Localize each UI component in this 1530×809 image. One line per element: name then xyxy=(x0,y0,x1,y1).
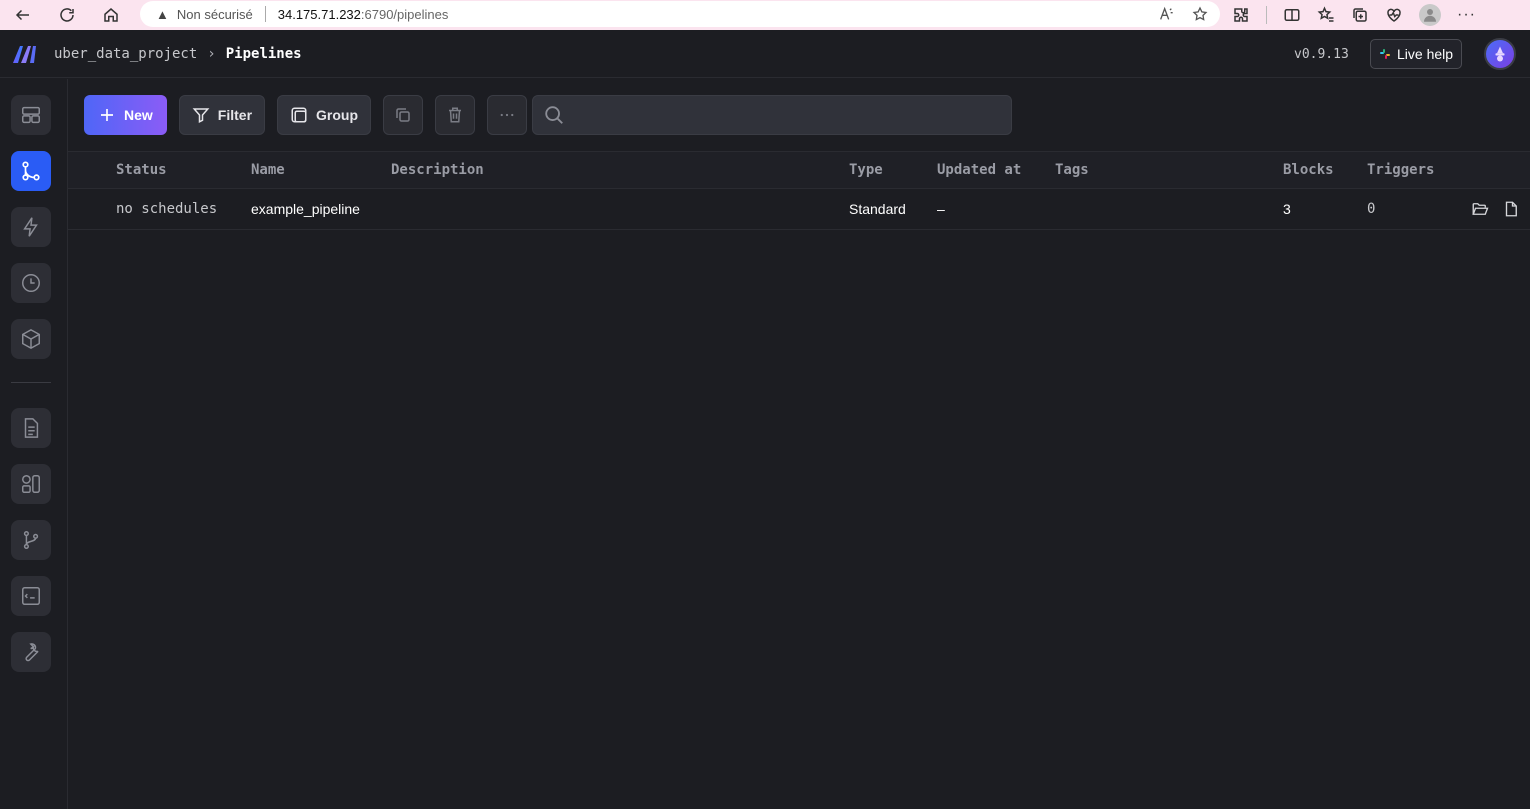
plus-icon xyxy=(101,109,113,121)
row-updated-at: – xyxy=(937,201,945,217)
git-branch-icon xyxy=(23,531,39,549)
pipeline-icon xyxy=(22,161,40,181)
arrow-left-icon xyxy=(15,9,29,21)
clone-button[interactable] xyxy=(383,95,424,135)
favorites-icon[interactable] xyxy=(1317,6,1335,24)
row-status: no schedules xyxy=(116,201,218,217)
dashboard-icon xyxy=(22,106,40,124)
row-name[interactable]: example_pipeline xyxy=(251,201,360,217)
column-header-type[interactable]: Type xyxy=(849,162,883,178)
browser-menu-icon[interactable]: ··· xyxy=(1457,6,1476,24)
trash-icon xyxy=(449,107,462,123)
row-type: Standard xyxy=(849,201,906,217)
group-button-label: Group xyxy=(316,107,359,123)
user-avatar[interactable] xyxy=(1484,38,1516,70)
copy-icon xyxy=(396,108,410,122)
split-screen-icon[interactable] xyxy=(1283,6,1301,24)
url-host: 34.175.71.232 xyxy=(277,6,361,22)
table-header: Status Name Description Type Updated at … xyxy=(68,151,1530,189)
clock-icon xyxy=(22,274,40,292)
tools-divider xyxy=(1266,6,1267,24)
row-blocks: 3 xyxy=(1283,201,1291,217)
health-icon[interactable] xyxy=(1385,6,1403,24)
filter-icon xyxy=(192,108,210,123)
wizard-avatar-icon xyxy=(1495,46,1505,62)
search-icon xyxy=(545,106,563,124)
wrench-icon xyxy=(25,643,39,662)
live-help-button[interactable]: Live help xyxy=(1370,39,1463,69)
collections-icon[interactable] xyxy=(1351,6,1369,24)
live-help-label: Live help xyxy=(1397,46,1454,62)
file-icon xyxy=(24,418,39,438)
terminal-icon xyxy=(22,587,40,605)
extensions-icon[interactable] xyxy=(1232,6,1250,24)
cube-icon xyxy=(22,328,40,350)
sidebar-item-triggers[interactable] xyxy=(11,207,51,247)
folder-open-icon[interactable] xyxy=(1471,200,1489,218)
mage-logo[interactable] xyxy=(12,44,38,69)
reload-button[interactable] xyxy=(52,0,82,30)
read-aloud-icon[interactable] xyxy=(1158,6,1174,22)
column-header-description[interactable]: Description xyxy=(391,162,484,178)
reload-icon xyxy=(60,8,74,22)
page-title: Pipelines xyxy=(225,46,302,62)
sidebar-item-files[interactable] xyxy=(11,408,51,448)
filter-button[interactable]: Filter xyxy=(178,95,266,135)
back-button[interactable] xyxy=(8,0,38,30)
new-pipeline-button[interactable]: New xyxy=(84,95,167,135)
sidebar-item-terminal[interactable] xyxy=(11,576,51,616)
version-label: v0.9.13 xyxy=(1294,47,1349,62)
app-header: uber_data_project › Pipelines v0.9.13 Li… xyxy=(0,30,1530,78)
sidebar-item-pipelines[interactable] xyxy=(11,151,51,191)
delete-button[interactable] xyxy=(435,95,476,135)
sidebar-item-version-control[interactable] xyxy=(11,520,51,560)
mage-logo-icon xyxy=(13,46,36,63)
warning-icon: ▲ xyxy=(156,6,169,22)
group-button[interactable]: Group xyxy=(277,95,372,135)
group-icon xyxy=(291,107,307,123)
insecure-label: Non sécurisé xyxy=(176,6,253,22)
person-icon xyxy=(1424,9,1436,22)
address-bar[interactable]: ▲ Non sécurisé 34.175.71.232:6790/pipeli… xyxy=(140,1,1220,27)
breadcrumb: uber_data_project › Pipelines xyxy=(54,46,302,62)
column-header-updated-at[interactable]: Updated at xyxy=(937,162,1021,178)
url-path: :6790/pipelines xyxy=(360,6,449,22)
sidebar-item-settings[interactable] xyxy=(11,632,51,672)
favorite-star-icon[interactable] xyxy=(1192,6,1208,22)
address-divider xyxy=(264,6,266,22)
home-icon xyxy=(104,8,118,22)
file-open-icon[interactable] xyxy=(1502,200,1520,218)
column-header-name[interactable]: Name xyxy=(251,162,285,178)
column-header-status[interactable]: Status xyxy=(116,162,167,178)
pipelines-toolbar: New Filter Group xyxy=(84,95,539,135)
row-triggers: 0 xyxy=(1367,201,1376,217)
column-header-tags[interactable]: Tags xyxy=(1055,162,1089,178)
search-box[interactable] xyxy=(532,95,1012,135)
templates-icon xyxy=(22,475,40,493)
column-header-triggers[interactable]: Triggers xyxy=(1367,162,1434,178)
search-input[interactable] xyxy=(575,107,995,123)
slack-icon xyxy=(1380,49,1390,59)
chevron-right-icon: › xyxy=(207,46,216,62)
table-row[interactable]: no schedules example_pipeline Standard –… xyxy=(68,189,1530,230)
home-button[interactable] xyxy=(96,0,126,30)
column-header-blocks[interactable]: Blocks xyxy=(1283,162,1334,178)
sidebar-item-templates[interactable] xyxy=(11,464,51,504)
sidebar-item-runs[interactable] xyxy=(11,263,51,303)
lightning-icon xyxy=(23,217,38,237)
browser-profile-avatar[interactable] xyxy=(1419,4,1441,26)
breadcrumb-project[interactable]: uber_data_project xyxy=(54,46,197,62)
sidebar-divider xyxy=(11,382,51,383)
sidebar xyxy=(0,79,68,809)
browser-toolbar: ▲ Non sécurisé 34.175.71.232:6790/pipeli… xyxy=(0,0,1530,30)
new-button-label: New xyxy=(124,107,153,123)
ellipsis-icon xyxy=(500,113,514,117)
more-actions-button[interactable] xyxy=(487,95,528,135)
sidebar-item-overview[interactable] xyxy=(11,95,51,135)
sidebar-item-blocks[interactable] xyxy=(11,319,51,359)
filter-button-label: Filter xyxy=(217,107,253,123)
